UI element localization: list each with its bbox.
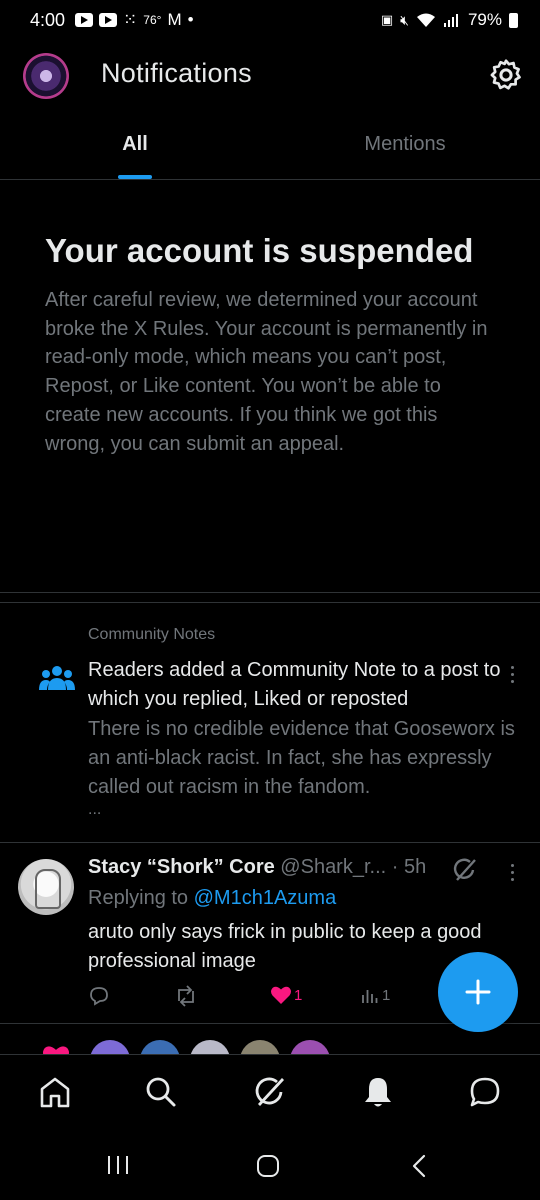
community-note-message: Readers added a Community Note to a post… xyxy=(88,659,501,710)
next-notification-peek xyxy=(40,1040,340,1054)
post-time: · 5h xyxy=(391,856,427,878)
status-temperature: 76° xyxy=(143,13,162,27)
views-icon xyxy=(362,990,378,1003)
status-bar: 4:00 ⁙ 76° M • ▣ 🔇︎ 79% xyxy=(0,0,540,40)
messages-icon[interactable] xyxy=(467,1074,503,1110)
replying-to: Replying to @M1ch1Azuma xyxy=(88,887,336,910)
like-button[interactable]: 1 xyxy=(270,985,302,1005)
divider xyxy=(0,592,540,593)
community-note-notification[interactable]: Community Notes Readers added a Communit… xyxy=(0,604,540,842)
avatar[interactable] xyxy=(240,1040,280,1054)
battery-percent: 79% xyxy=(467,10,502,29)
heart-icon xyxy=(271,986,291,1004)
mute-icon: 🔇︎ xyxy=(400,11,409,28)
suspension-body: After careful review, we determined your… xyxy=(45,289,488,455)
youtube-icon xyxy=(75,13,94,27)
bottom-navigation xyxy=(0,1054,540,1130)
grok-icon[interactable] xyxy=(252,1074,288,1110)
repost-icon xyxy=(178,985,194,1007)
tab-all[interactable]: All xyxy=(0,110,270,179)
battery-icon xyxy=(509,12,518,28)
avatar[interactable] xyxy=(190,1040,230,1054)
mention-link[interactable]: @M1ch1Azuma xyxy=(194,887,337,909)
heart-icon xyxy=(43,1046,69,1054)
views-button[interactable]: 1 xyxy=(360,985,390,1005)
community-notes-label: Community Notes xyxy=(88,626,216,643)
reply-button[interactable] xyxy=(88,985,110,1007)
header: Notifications xyxy=(0,40,540,110)
system-navigation xyxy=(0,1130,540,1200)
view-count: 1 xyxy=(382,986,391,1004)
page-title: Notifications xyxy=(101,58,252,88)
suspension-notice: Your account is suspended After careful … xyxy=(0,180,540,592)
avatar[interactable] xyxy=(18,859,74,915)
home-icon[interactable] xyxy=(37,1074,73,1110)
suspension-title: Your account is suspended xyxy=(45,232,474,269)
replying-prefix: Replying to xyxy=(88,887,189,909)
back-icon[interactable] xyxy=(410,1154,430,1178)
avatar[interactable] xyxy=(290,1040,330,1054)
avatar[interactable] xyxy=(90,1040,130,1054)
bell-icon[interactable] xyxy=(360,1074,396,1110)
apps-icon: ⁙ xyxy=(123,10,138,29)
avatar[interactable] xyxy=(140,1040,180,1054)
tab-all-label: All xyxy=(122,133,148,155)
status-time: 4:00 xyxy=(30,9,66,30)
post-actions: 1 1 xyxy=(88,985,418,1011)
more-options-icon[interactable] xyxy=(509,666,515,683)
plus-icon xyxy=(465,979,491,1005)
author-name[interactable]: Stacy “Shork” Core xyxy=(88,856,275,878)
tab-bar: All Mentions xyxy=(0,110,540,180)
post-header: Stacy “Shork” Core @Shark_r... · 5h xyxy=(88,856,426,879)
compose-button[interactable] xyxy=(438,952,518,1032)
people-icon xyxy=(39,666,75,690)
community-note-ellipsis: ... xyxy=(88,801,102,818)
gmail-icon: M xyxy=(167,10,182,29)
tab-mentions-label: Mentions xyxy=(364,133,446,155)
more-options-icon[interactable] xyxy=(509,864,515,881)
author-handle[interactable]: @Shark_r... xyxy=(280,856,386,878)
dot-icon: • xyxy=(187,10,194,29)
recent-apps-icon[interactable] xyxy=(106,1154,130,1176)
community-note-text: There is no credible evidence that Goose… xyxy=(88,718,515,798)
search-icon[interactable] xyxy=(143,1074,179,1110)
like-count: 1 xyxy=(294,986,303,1004)
signal-icon xyxy=(443,14,458,27)
gear-icon[interactable] xyxy=(488,57,524,93)
wifi-icon xyxy=(416,13,435,27)
divider xyxy=(0,602,540,603)
tab-mentions[interactable]: Mentions xyxy=(270,110,540,179)
home-button-icon[interactable] xyxy=(256,1154,280,1178)
youtube-icon xyxy=(99,13,118,27)
repost-button[interactable] xyxy=(174,985,198,1007)
tab-active-indicator xyxy=(118,175,152,179)
profile-avatar[interactable] xyxy=(23,53,69,99)
reply-icon xyxy=(90,987,108,1006)
nfc-icon: ▣ xyxy=(380,12,394,27)
grok-icon[interactable] xyxy=(452,857,478,883)
